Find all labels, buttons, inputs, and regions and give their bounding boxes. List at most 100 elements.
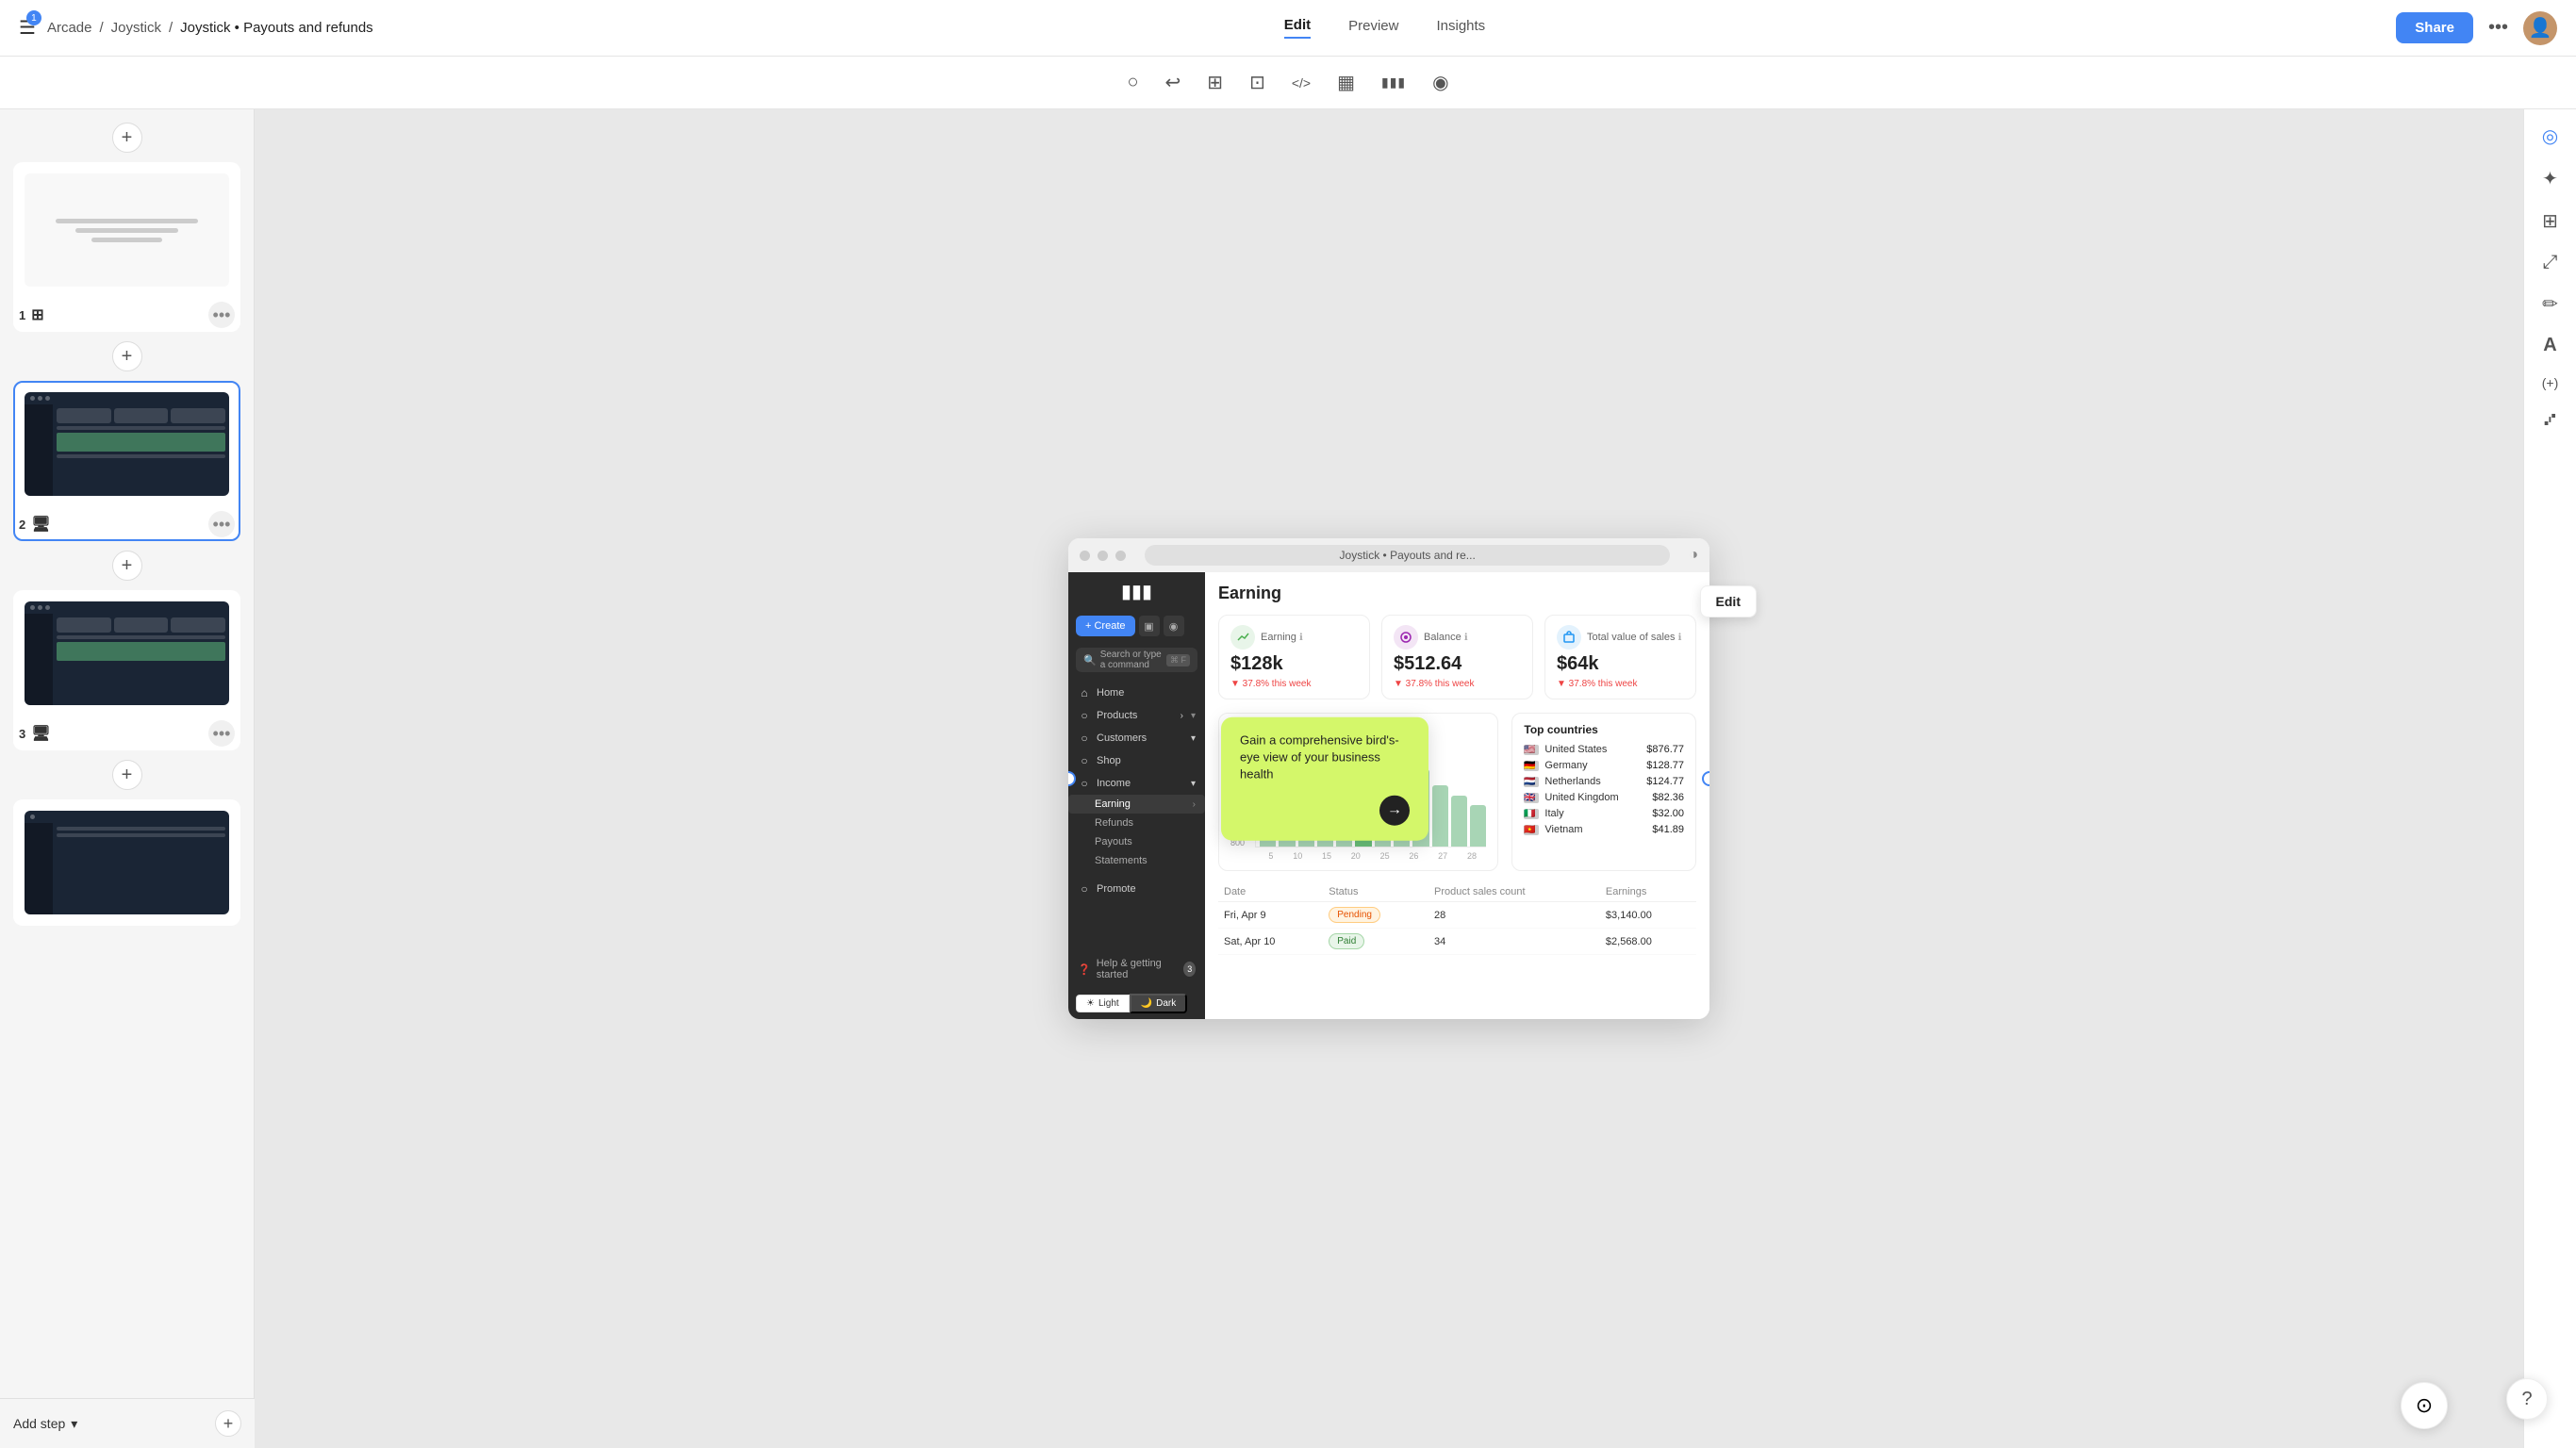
mini-dots-3 [25, 601, 229, 614]
sidebar-customers-label: Customers [1097, 732, 1147, 744]
add-step-between-2-3[interactable]: + [112, 551, 142, 581]
circle-icon[interactable]: ○ [1127, 72, 1138, 93]
mini-sidebar [25, 404, 53, 496]
step-sidebar: + 1 ⊞ ••• + [0, 109, 255, 1448]
translate-icon[interactable]: A [2543, 335, 2556, 356]
menu-icon[interactable]: ☰ 1 [19, 16, 36, 40]
search-placeholder: Search or type a command [1100, 650, 1163, 670]
share-button[interactable]: Share [2396, 12, 2473, 43]
top-bar-left: ☰ 1 Arcade / Joystick / Joystick • Payou… [19, 16, 373, 40]
sidebar-footer-help[interactable]: ❓ Help & getting started 3 [1068, 950, 1205, 988]
branch-icon[interactable]: ⑇ [2545, 409, 2556, 431]
step-1-more-button[interactable]: ••• [208, 302, 235, 328]
tooltip-arrow-button[interactable]: → [1379, 795, 1410, 825]
us-amount: $876.77 [1646, 744, 1684, 755]
layout-icon[interactable]: ▦ [1337, 71, 1355, 94]
target-icon[interactable]: ◎ [2542, 124, 2558, 148]
col-date: Date [1218, 882, 1323, 902]
more-button[interactable]: ••• [2488, 17, 2508, 39]
sidebar-item-promote[interactable]: ○ Promote [1068, 878, 1205, 900]
mini-chart-area-3 [57, 642, 225, 661]
sidebar-sub-payouts[interactable]: Payouts [1068, 832, 1205, 851]
step-card-4[interactable] [13, 799, 240, 926]
layers-icon[interactable]: ⊞ [1207, 71, 1223, 94]
expand-icon[interactable]: ⤢ [2543, 252, 2558, 273]
sidebar-icon-btn-2[interactable]: ◉ [1164, 616, 1184, 636]
canvas-wrapper: Edit Joystick • Payouts and re... ◑ [1068, 538, 1709, 1019]
total-sales-stat-label: Total value of sales ℹ [1587, 632, 1681, 643]
customers-icon: ○ [1078, 732, 1091, 745]
help-icon-glyph: ? [2521, 1389, 2532, 1410]
mini-dot-3-2 [38, 605, 42, 610]
tab-insights[interactable]: Insights [1436, 18, 1485, 38]
step-3-more-button[interactable]: ••• [208, 720, 235, 747]
step-card-3[interactable]: 3 🖥 ••• [13, 590, 240, 750]
add-step-between-3-4[interactable]: + [112, 760, 142, 790]
tab-preview[interactable]: Preview [1348, 18, 1398, 38]
plus-icon[interactable]: (+) [2542, 375, 2559, 390]
chart-bar-12 [1470, 805, 1486, 847]
step-thumb-3 [25, 601, 229, 705]
pin-icon[interactable]: ◉ [1432, 71, 1448, 94]
mini-stats [57, 408, 225, 423]
add-step-label[interactable]: Add step ▾ [13, 1416, 77, 1432]
sidebar-item-customers[interactable]: ○ Customers ▾ [1068, 727, 1205, 749]
sidebar-item-products[interactable]: ○ Products › ▾ [1068, 704, 1205, 727]
theme-dark-button[interactable]: 🌙 Dark [1130, 994, 1188, 1013]
tab-edit[interactable]: Edit [1284, 17, 1311, 39]
sidebar-icon-btn-1[interactable]: ▣ [1139, 616, 1160, 636]
mini-body [25, 404, 229, 496]
theme-toggle-icon[interactable]: ◑ [1689, 547, 1698, 564]
mini-content-row-2 [57, 454, 225, 458]
step-2-more-button[interactable]: ••• [208, 511, 235, 537]
app-sidebar-search[interactable]: 🔍 Search or type a command ⌘ F [1076, 648, 1197, 672]
sidebar-sub-earning[interactable]: Earning › [1068, 795, 1205, 814]
search-icon: 🔍 [1083, 654, 1097, 666]
sidebar-sub-refunds[interactable]: Refunds [1068, 814, 1205, 832]
sidebar-home-label: Home [1097, 687, 1124, 699]
add-step-plus-button[interactable]: + [215, 1410, 241, 1437]
sparkle-icon[interactable]: ✦ [2542, 167, 2558, 190]
help-button[interactable]: ? [2506, 1378, 2548, 1420]
avatar[interactable]: 👤 [2523, 11, 2557, 45]
chart-icon[interactable]: ▮▮▮ [1381, 74, 1406, 90]
layers2-icon[interactable]: ⊞ [2542, 209, 2558, 233]
code-icon[interactable]: </> [1292, 75, 1311, 90]
mini-dots-4 [25, 811, 229, 823]
stat-card-earning: Earning ℹ $128k ▼ 37.8% this week [1218, 615, 1370, 699]
table-row-1: Fri, Apr 9 Pending 28 $3,140.00 [1218, 902, 1696, 929]
sidebar-item-shop[interactable]: ○ Shop [1068, 749, 1205, 772]
step-card-2[interactable]: 2 🖥 ••• [13, 381, 240, 541]
col-earnings: Earnings [1600, 882, 1696, 902]
crop-icon[interactable]: ⊡ [1249, 71, 1265, 94]
page-title: Earning [1218, 584, 1696, 603]
add-step-between-1-2[interactable]: + [112, 341, 142, 371]
paid-badge: Paid [1329, 933, 1364, 949]
browser-mockup: Joystick • Payouts and re... ◑ ▮▮▮ + Cre… [1068, 538, 1709, 1019]
moon-icon: 🌙 [1141, 998, 1152, 1009]
cursor-icon[interactable]: ↩ [1165, 71, 1181, 94]
balance-stat-change: ▼ 37.8% this week [1394, 679, 1521, 689]
add-step-top-button[interactable]: + [112, 123, 142, 153]
breadcrumb-joystick[interactable]: Joystick [111, 20, 161, 36]
edit2-icon[interactable]: ✏ [2542, 292, 2558, 316]
sidebar-item-home[interactable]: ⌂ Home [1068, 682, 1205, 704]
sidebar-sub-statements[interactable]: Statements [1068, 851, 1205, 870]
breadcrumb-arcade[interactable]: Arcade [47, 20, 92, 36]
browser-url[interactable]: Joystick • Payouts and re... [1145, 545, 1670, 566]
thumb-line-2 [75, 228, 178, 233]
joystick-button[interactable]: ⊙ [2401, 1382, 2448, 1429]
mini-content-4 [53, 823, 229, 914]
it-flag: 🇮🇹 [1524, 809, 1539, 819]
edit-button[interactable]: Edit [1700, 585, 1757, 617]
mini-dots [25, 392, 229, 404]
row1-amount: $3,140.00 [1600, 902, 1696, 929]
theme-light-button[interactable]: ☀ Light [1076, 995, 1130, 1012]
help-label: Help & getting started [1097, 958, 1175, 980]
step-card-1[interactable]: 1 ⊞ ••• [13, 162, 240, 332]
create-button[interactable]: + Create [1076, 616, 1135, 636]
sidebar-item-income[interactable]: ○ Income ▾ [1068, 772, 1205, 795]
us-name: United States [1544, 744, 1641, 755]
sidebar-shop-label: Shop [1097, 755, 1121, 766]
earning-chevron: › [1193, 799, 1196, 810]
